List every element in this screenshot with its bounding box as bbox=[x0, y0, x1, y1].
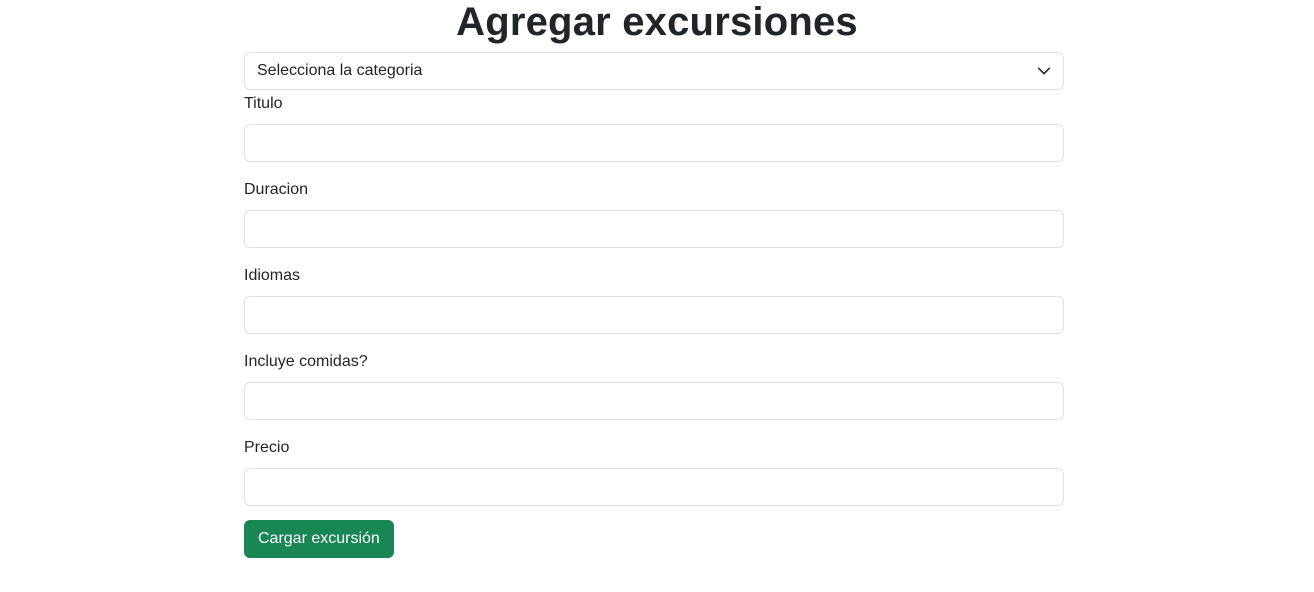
field-label-precio: Precio bbox=[244, 439, 290, 456]
field-label-titulo: Titulo bbox=[244, 95, 283, 112]
field-titulo: Titulo bbox=[244, 94, 1064, 162]
field-idiomas: Idiomas bbox=[244, 266, 1064, 334]
page-title: Agregar excursiones bbox=[456, 0, 858, 44]
category-select[interactable]: Selecciona la categoria bbox=[244, 52, 1064, 90]
field-duracion: Duracion bbox=[244, 180, 1064, 248]
idiomas-input[interactable] bbox=[244, 296, 1064, 334]
incluye-comidas-input[interactable] bbox=[244, 382, 1064, 420]
excursion-form: Selecciona la categoria Titulo Duracion … bbox=[244, 52, 1064, 558]
cargar-excursion-button[interactable]: Cargar excursión bbox=[244, 520, 394, 558]
category-select-value: Selecciona la categoria bbox=[257, 62, 423, 79]
field-incluye-comidas: Incluye comidas? bbox=[244, 352, 1064, 420]
field-precio: Precio bbox=[244, 438, 1064, 506]
page-container: Agregar excursiones Selecciona la catego… bbox=[0, 0, 1314, 592]
field-label-incluye-comidas: Incluye comidas? bbox=[244, 353, 368, 370]
duracion-input[interactable] bbox=[244, 210, 1064, 248]
field-label-idiomas: Idiomas bbox=[244, 267, 301, 284]
titulo-input[interactable] bbox=[244, 124, 1064, 162]
precio-input[interactable] bbox=[244, 468, 1064, 506]
field-label-duracion: Duracion bbox=[244, 181, 309, 198]
chevron-down-icon bbox=[1037, 67, 1051, 75]
